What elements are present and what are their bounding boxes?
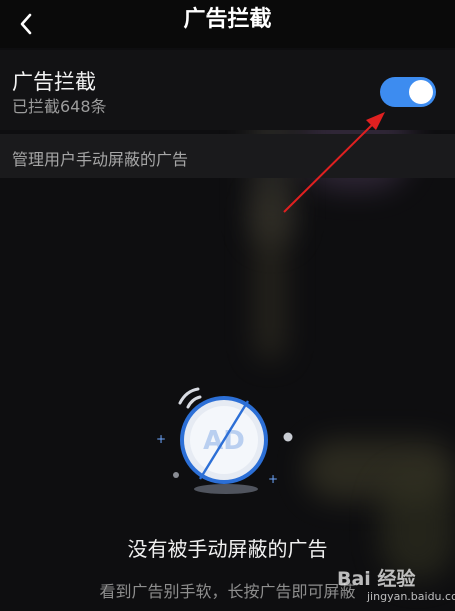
ad-blocked-icon: + + AD [156, 387, 293, 494]
empty-state-title: 没有被手动屏蔽的广告 [127, 537, 328, 561]
blocked-count: 已拦截648条 [12, 97, 107, 116]
svg-text:+: + [268, 472, 278, 486]
svg-text:+: + [156, 432, 166, 446]
chevron-left-icon [20, 13, 32, 35]
ad-block-title: 广告拦截 [12, 70, 96, 94]
ad-block-toggle[interactable] [380, 77, 436, 107]
baidu-jingyan-watermark: Bai 经验 jingyan.baidu.com [337, 564, 455, 604]
toggle-knob [409, 80, 433, 104]
page-title: 广告拦截 [183, 7, 272, 32]
watermark-url: jingyan.baidu.com [367, 590, 455, 603]
back-button[interactable] [8, 6, 44, 42]
manage-blocked-ads-label: 管理用户手动屏蔽的广告 [12, 150, 189, 169]
top-bar: 广告拦截 [0, 0, 455, 48]
background-blur [255, 190, 285, 360]
manage-blocked-ads-row[interactable]: 管理用户手动屏蔽的广告 [0, 134, 455, 178]
watermark-text: Bai 经验 [337, 568, 416, 590]
